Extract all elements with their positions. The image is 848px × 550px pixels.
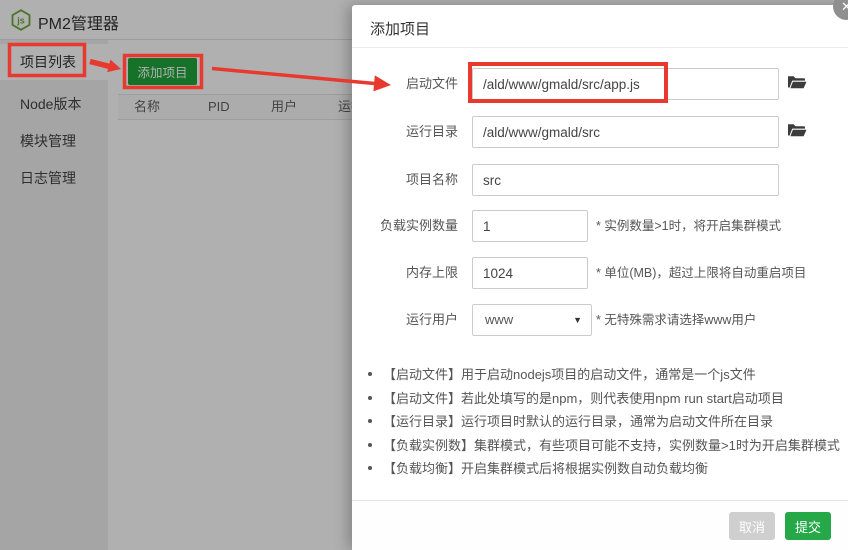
start-file-folder-icon[interactable] (786, 74, 808, 94)
memory-limit-input[interactable] (472, 257, 588, 289)
cancel-button[interactable]: 取消 (729, 512, 775, 540)
run-user-value: www (485, 312, 513, 327)
start-file-input[interactable] (472, 68, 779, 100)
form-row-memory-limit: 内存上限 * 单位(MB)，超过上限将自动重启项目 (352, 257, 848, 289)
run-user-label: 运行用户 (352, 304, 458, 336)
form-row-project-name: 项目名称 (352, 164, 848, 196)
add-project-dialog: 添加项目 启动文件 运行目录 项目名称 负载实例数量 * 实例数量>1时 (352, 5, 848, 550)
project-name-label: 项目名称 (352, 164, 458, 196)
project-name-input[interactable] (472, 164, 779, 196)
run-dir-input[interactable] (472, 116, 779, 148)
tip-item: 【负载均衡】开启集群模式后将根据实例数自动负载均衡 (368, 457, 838, 481)
memory-limit-label: 内存上限 (352, 257, 458, 289)
form-row-run-dir: 运行目录 (352, 116, 848, 148)
chevron-down-icon: ▼ (573, 305, 582, 335)
tip-item: 【运行目录】运行项目时默认的运行目录，通常为启动文件所在目录 (368, 410, 838, 434)
dialog-tips-list: 【启动文件】用于启动nodejs项目的启动文件，通常是一个js文件 【启动文件】… (368, 363, 838, 481)
start-file-label: 启动文件 (352, 68, 458, 100)
memory-limit-note: * 单位(MB)，超过上限将自动重启项目 (596, 257, 806, 289)
run-user-note: * 无特殊需求请选择www用户 (596, 304, 756, 336)
form-row-run-user: 运行用户 www ▼ * 无特殊需求请选择www用户 (352, 304, 848, 336)
instance-count-note: * 实例数量>1时，将开启集群模式 (596, 210, 781, 242)
submit-button[interactable]: 提交 (785, 512, 831, 540)
instance-count-label: 负载实例数量 (352, 210, 458, 242)
instance-count-input[interactable] (472, 210, 588, 242)
dialog-title: 添加项目 (370, 18, 430, 39)
tip-item: 【负载实例数】集群模式，有些项目可能不支持，实例数量>1时为开启集群模式 (368, 434, 838, 458)
tip-item: 【启动文件】若此处填写的是npm，则代表使用npm run start启动项目 (368, 387, 838, 411)
form-row-instance-count: 负载实例数量 * 实例数量>1时，将开启集群模式 (352, 210, 848, 242)
run-dir-folder-icon[interactable] (786, 122, 808, 142)
tip-item: 【启动文件】用于启动nodejs项目的启动文件，通常是一个js文件 (368, 363, 838, 387)
form-row-start-file: 启动文件 (352, 68, 848, 100)
dialog-footer: 取消 提交 (352, 500, 848, 550)
run-user-select[interactable]: www ▼ (472, 304, 592, 336)
run-dir-label: 运行目录 (352, 116, 458, 148)
dialog-header: 添加项目 (352, 5, 848, 48)
